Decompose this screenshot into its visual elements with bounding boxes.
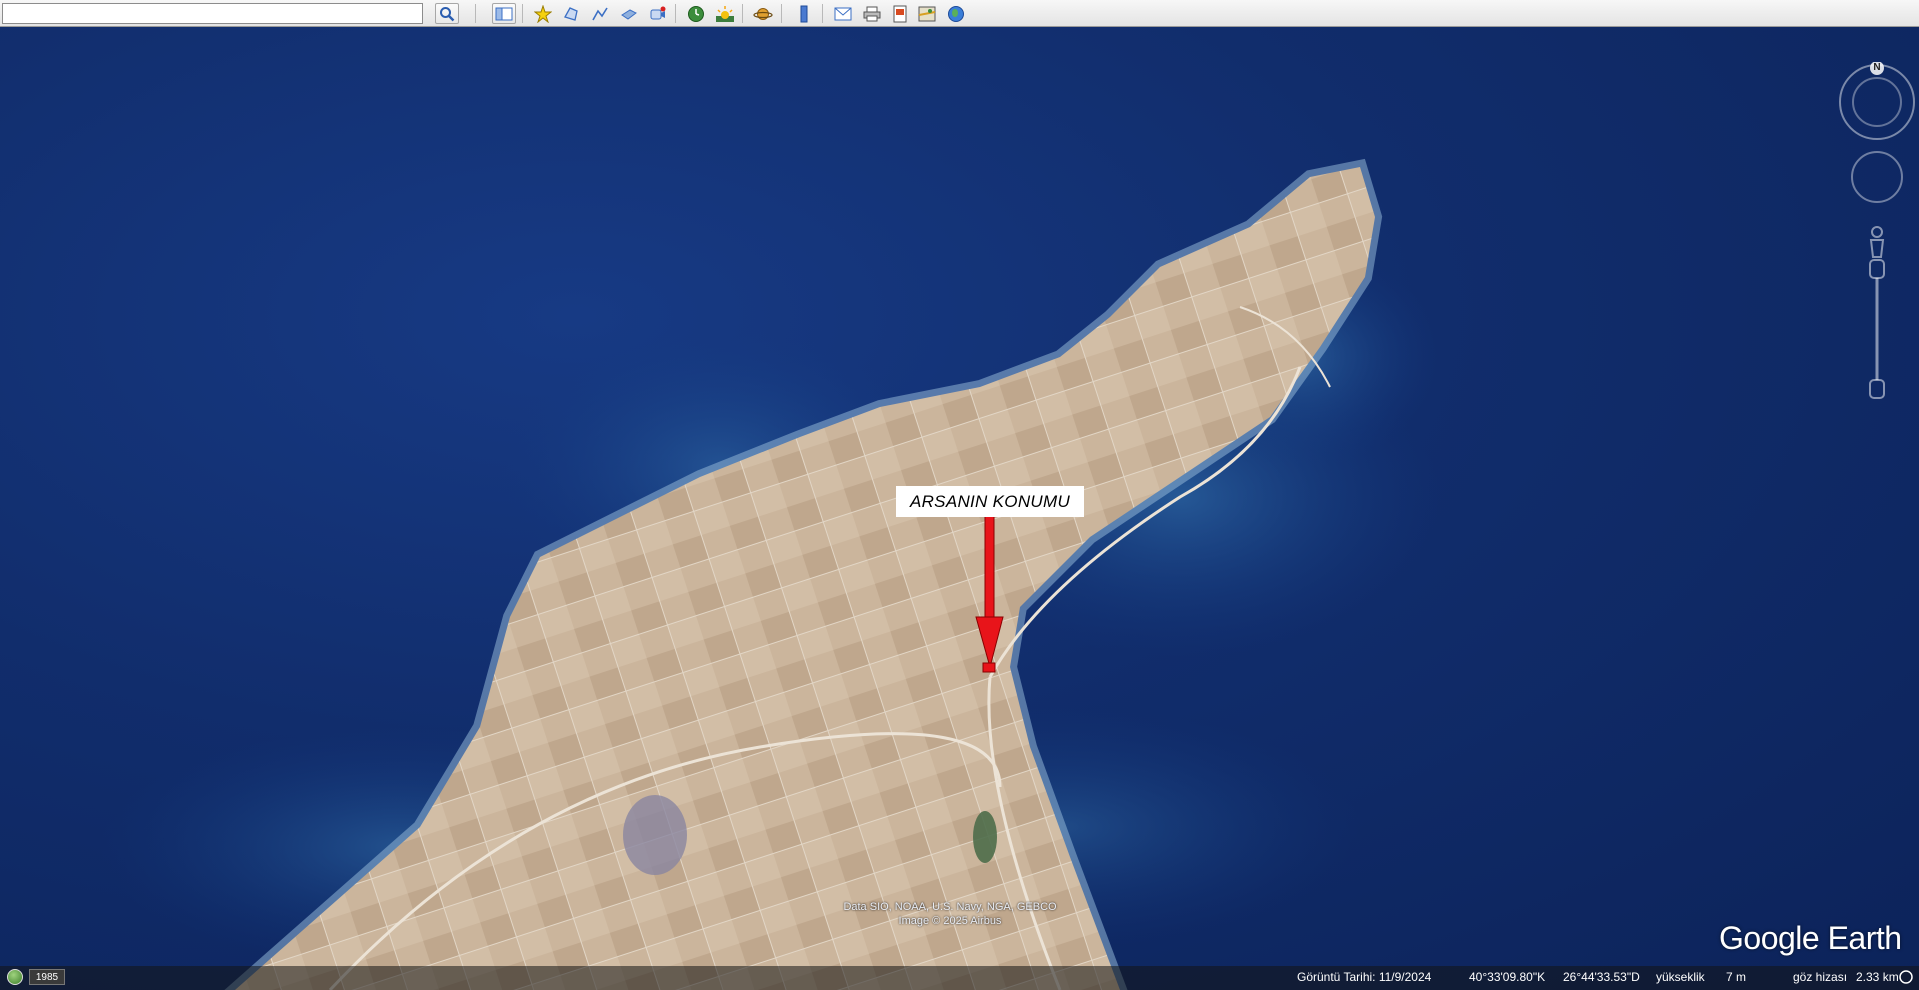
sunlight-button[interactable] <box>713 3 737 24</box>
add-image-overlay-button[interactable] <box>617 3 641 24</box>
globe-icon <box>948 5 964 22</box>
sun-icon <box>716 5 734 22</box>
view-in-maps-button[interactable] <box>915 3 939 24</box>
nav-control-graphic <box>1839 61 1915 399</box>
ruler-button[interactable] <box>792 3 816 24</box>
toolbar <box>0 0 1919 27</box>
save-image-button[interactable] <box>888 3 912 24</box>
save-image-icon <box>893 5 907 22</box>
compass-north-label[interactable]: N <box>1872 62 1882 74</box>
location-callout-label: ARSANIN KONUMU <box>896 486 1084 517</box>
email-button[interactable] <box>831 3 855 24</box>
map-icon <box>918 6 936 21</box>
zoom-out-icon <box>1869 379 1885 399</box>
polygon-icon <box>564 6 578 21</box>
imagery-year-badge[interactable]: 1985 <box>29 969 65 985</box>
elevation-value: 7 m <box>1726 970 1747 984</box>
eye-altitude-label: göz hizası <box>1793 970 1848 984</box>
longitude-readout: 26°44'33.53"D <box>1563 970 1640 984</box>
clock-icon <box>688 5 704 22</box>
record-tour-icon <box>650 6 666 19</box>
navigation-controls: N <box>1835 61 1915 412</box>
historical-imagery-icon[interactable] <box>7 969 23 985</box>
imagery-attribution: Data SIO, NOAA, U.S. Navy, NGA, GEBCO Im… <box>820 900 1080 928</box>
eye-altitude-value: 2.33 km <box>1856 970 1899 984</box>
record-tour-button[interactable] <box>646 3 670 24</box>
printer-icon <box>863 6 881 21</box>
google-earth-logo: Google Earth <box>1719 920 1902 956</box>
imagery-date: Görüntü Tarihi: 11/9/2024 <box>1297 970 1432 984</box>
attribution-image: Image © 2025 Airbus <box>898 915 1002 927</box>
add-placemark-button[interactable] <box>531 3 555 24</box>
zoom-in-icon <box>1869 259 1885 279</box>
image-overlay-icon <box>621 8 637 20</box>
envelope-icon <box>834 7 852 20</box>
historical-imagery-button[interactable] <box>684 3 708 24</box>
planet-icon <box>753 7 773 20</box>
network-status-icon <box>1899 970 1913 984</box>
planets-button[interactable] <box>751 3 775 24</box>
path-icon <box>592 7 608 20</box>
add-path-button[interactable] <box>588 3 612 24</box>
magnifier-icon <box>440 6 455 21</box>
add-polygon-button[interactable] <box>559 3 583 24</box>
print-button[interactable] <box>860 3 884 24</box>
attribution-data: Data SIO, NOAA, U.S. Navy, NGA, GEBCO <box>843 901 1057 913</box>
sidebar-toggle-button[interactable] <box>492 3 516 24</box>
search-button[interactable] <box>435 3 459 24</box>
elevation-label: yükseklik <box>1656 970 1705 984</box>
sidebar-icon <box>495 7 513 20</box>
map-view[interactable]: ARSANIN KONUMU Data SIO, NOAA, U.S. Navy… <box>0 27 1919 990</box>
street-view-pegman-icon <box>1871 226 1883 238</box>
latitude-readout: 40°33'09.80"K <box>1469 970 1546 984</box>
earth-button[interactable] <box>944 3 968 24</box>
look-joystick <box>1851 151 1903 203</box>
placemark-icon <box>534 4 552 23</box>
ruler-icon <box>800 5 808 22</box>
search-input[interactable] <box>2 3 423 24</box>
compass-ring <box>1839 64 1915 140</box>
